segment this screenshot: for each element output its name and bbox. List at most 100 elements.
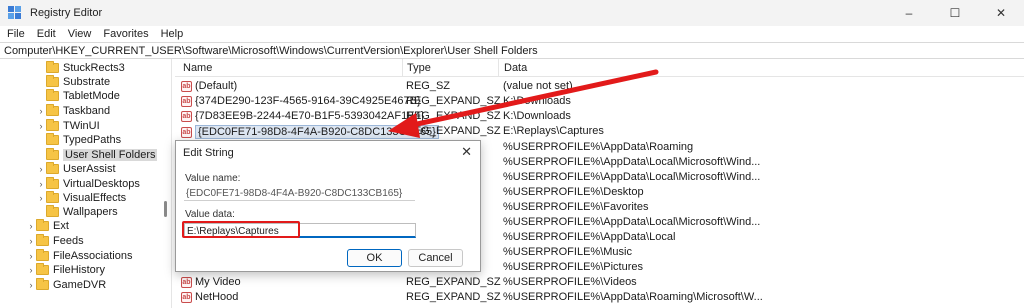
close-window-button[interactable]: ✕ xyxy=(978,0,1024,26)
menu-edit[interactable]: Edit xyxy=(31,28,62,40)
table-row[interactable]: ab My Video REG_EXPAND_SZ %USERPROFILE%\V… xyxy=(175,275,1024,290)
tree-item[interactable]: TypedPaths xyxy=(36,132,121,147)
tree-item-label: GameDVR xyxy=(53,278,107,291)
edit-string-dialog[interactable]: Edit String ✕ Value name: {EDC0FE71-98D8… xyxy=(175,140,481,272)
expand-chevron-icon[interactable]: › xyxy=(36,106,46,116)
menu-favorites[interactable]: Favorites xyxy=(97,28,154,40)
tree-item-label: User Shell Folders xyxy=(63,148,158,161)
cancel-button[interactable]: Cancel xyxy=(408,249,463,267)
string-value-icon: ab xyxy=(181,291,192,303)
expand-chevron-icon[interactable]: › xyxy=(36,164,46,174)
folder-icon xyxy=(36,262,49,275)
address-path: Computer\HKEY_CURRENT_USER\Software\Micr… xyxy=(4,44,538,57)
tree-item[interactable]: › Taskband xyxy=(36,103,110,118)
tree-item-label: Feeds xyxy=(53,234,84,247)
folder-icon xyxy=(46,118,59,131)
tree-item[interactable]: › VisualEffects xyxy=(36,190,126,205)
value-name: My Video xyxy=(195,276,241,288)
table-row[interactable]: ab {7D83EE9B-2244-4E70-B1F5-5393042AF1E4}… xyxy=(175,109,1024,124)
expand-chevron-icon[interactable]: › xyxy=(26,236,36,246)
expand-chevron-icon[interactable]: › xyxy=(36,179,46,189)
value-data: %USERPROFILE%\AppData\Local\Microsoft\Wi… xyxy=(503,171,761,183)
column-header-data[interactable]: Data xyxy=(504,62,527,74)
string-value-icon: ab xyxy=(181,126,192,138)
tree-item-label: VisualEffects xyxy=(63,191,127,204)
menu-help[interactable]: Help xyxy=(155,28,190,40)
folder-icon xyxy=(36,233,49,246)
table-row[interactable]: ab NetHood REG_EXPAND_SZ %USERPROFILE%\Ap… xyxy=(175,290,1024,305)
expand-chevron-icon[interactable]: › xyxy=(26,265,36,275)
value-name-field: {EDC0FE71-98D8-4F4A-B920-C8DC133CB165} xyxy=(184,186,415,201)
value-data: %USERPROFILE%\AppData\Roaming\Microsoft\… xyxy=(503,291,763,303)
folder-icon xyxy=(46,60,59,73)
folder-icon xyxy=(46,190,59,203)
value-data: %USERPROFILE%\Music xyxy=(503,246,632,258)
expand-chevron-icon[interactable]: › xyxy=(36,193,46,203)
tree-item[interactable]: TabletMode xyxy=(36,88,120,103)
value-data: %USERPROFILE%\AppData\Local\Microsoft\Wi… xyxy=(503,216,761,228)
ok-button[interactable]: OK xyxy=(347,249,402,267)
tree-item[interactable]: › TWinUI xyxy=(36,118,100,133)
tree-item[interactable]: › FileHistory xyxy=(26,262,105,277)
menu-file[interactable]: File xyxy=(0,28,31,40)
tree-item[interactable]: › GameDVR xyxy=(26,277,106,292)
column-divider[interactable] xyxy=(402,59,403,77)
value-name-label: Value name: xyxy=(185,173,241,184)
column-header-name[interactable]: Name xyxy=(183,62,212,74)
folder-icon xyxy=(46,74,59,87)
registry-editor-icon xyxy=(8,6,22,20)
close-icon[interactable]: ✕ xyxy=(461,144,472,160)
folder-icon xyxy=(46,147,59,160)
tree-item[interactable]: StuckRects3 xyxy=(36,60,125,75)
folder-icon xyxy=(46,204,59,217)
tree-item-label: TypedPaths xyxy=(63,133,122,146)
tree-item-label: UserAssist xyxy=(63,162,116,175)
string-value-icon: ab xyxy=(181,276,192,288)
maximize-button[interactable]: ☐ xyxy=(932,0,978,26)
key-tree-pane[interactable]: StuckRects3 Substrate TabletMode › Taskb… xyxy=(0,59,172,308)
expand-chevron-icon[interactable]: › xyxy=(26,280,36,290)
tree-item[interactable]: › Ext xyxy=(26,218,69,233)
column-header-type[interactable]: Type xyxy=(407,62,431,74)
tree-item-label: TabletMode xyxy=(63,89,120,102)
tree-item[interactable]: Substrate xyxy=(36,74,110,89)
value-type: REG_EXPAND_SZ xyxy=(406,110,501,122)
folder-icon xyxy=(46,132,59,145)
folder-icon xyxy=(46,88,59,101)
tree-item-selected[interactable]: User Shell Folders xyxy=(36,147,158,162)
address-bar[interactable]: Computer\HKEY_CURRENT_USER\Software\Micr… xyxy=(0,42,1024,59)
tree-item-label: StuckRects3 xyxy=(63,61,125,74)
menu-view[interactable]: View xyxy=(62,28,98,40)
expand-chevron-icon[interactable]: › xyxy=(26,221,36,231)
value-data: E:\Replays\Captures xyxy=(503,125,604,137)
minimize-button[interactable]: – xyxy=(886,0,932,26)
value-data: %USERPROFILE%\Desktop xyxy=(503,186,644,198)
value-data: (value not set) xyxy=(503,80,573,92)
table-row-selected[interactable]: ab {EDC0FE71-98D8-4F4A-B920-C8DC133CB165}… xyxy=(175,124,1024,139)
expand-chevron-icon[interactable]: › xyxy=(26,251,36,261)
folder-icon xyxy=(36,248,49,261)
tree-item[interactable]: › UserAssist xyxy=(36,161,116,176)
scrollbar-thumb[interactable] xyxy=(164,201,167,217)
value-type: REG_EXPAND_SZ xyxy=(406,291,501,303)
expand-chevron-icon[interactable]: › xyxy=(36,121,46,131)
string-value-icon: ab xyxy=(181,110,192,122)
string-value-icon: ab xyxy=(181,80,192,92)
menu-bar: File Edit View Favorites Help xyxy=(0,26,1024,42)
column-divider[interactable] xyxy=(498,59,499,77)
table-row[interactable]: ab (Default) REG_SZ (value not set) xyxy=(175,79,1024,94)
folder-icon xyxy=(46,161,59,174)
tree-item-label: TWinUI xyxy=(63,119,100,132)
folder-icon xyxy=(46,176,59,189)
tree-scrollbar[interactable] xyxy=(163,59,169,308)
value-data: K:\Downloads xyxy=(503,95,571,107)
tree-item[interactable]: › FileAssociations xyxy=(26,248,132,263)
value-data: %USERPROFILE%\Pictures xyxy=(503,261,643,273)
tree-item[interactable]: › Feeds xyxy=(26,233,84,248)
value-data-label: Value data: xyxy=(185,209,235,220)
window-title: Registry Editor xyxy=(30,7,103,19)
tree-item[interactable]: Wallpapers xyxy=(36,204,118,219)
table-row[interactable]: ab {374DE290-123F-4565-9164-39C4925E467B}… xyxy=(175,94,1024,109)
tree-item[interactable]: › VirtualDesktops xyxy=(36,176,140,191)
value-data: %USERPROFILE%\Favorites xyxy=(503,201,649,213)
